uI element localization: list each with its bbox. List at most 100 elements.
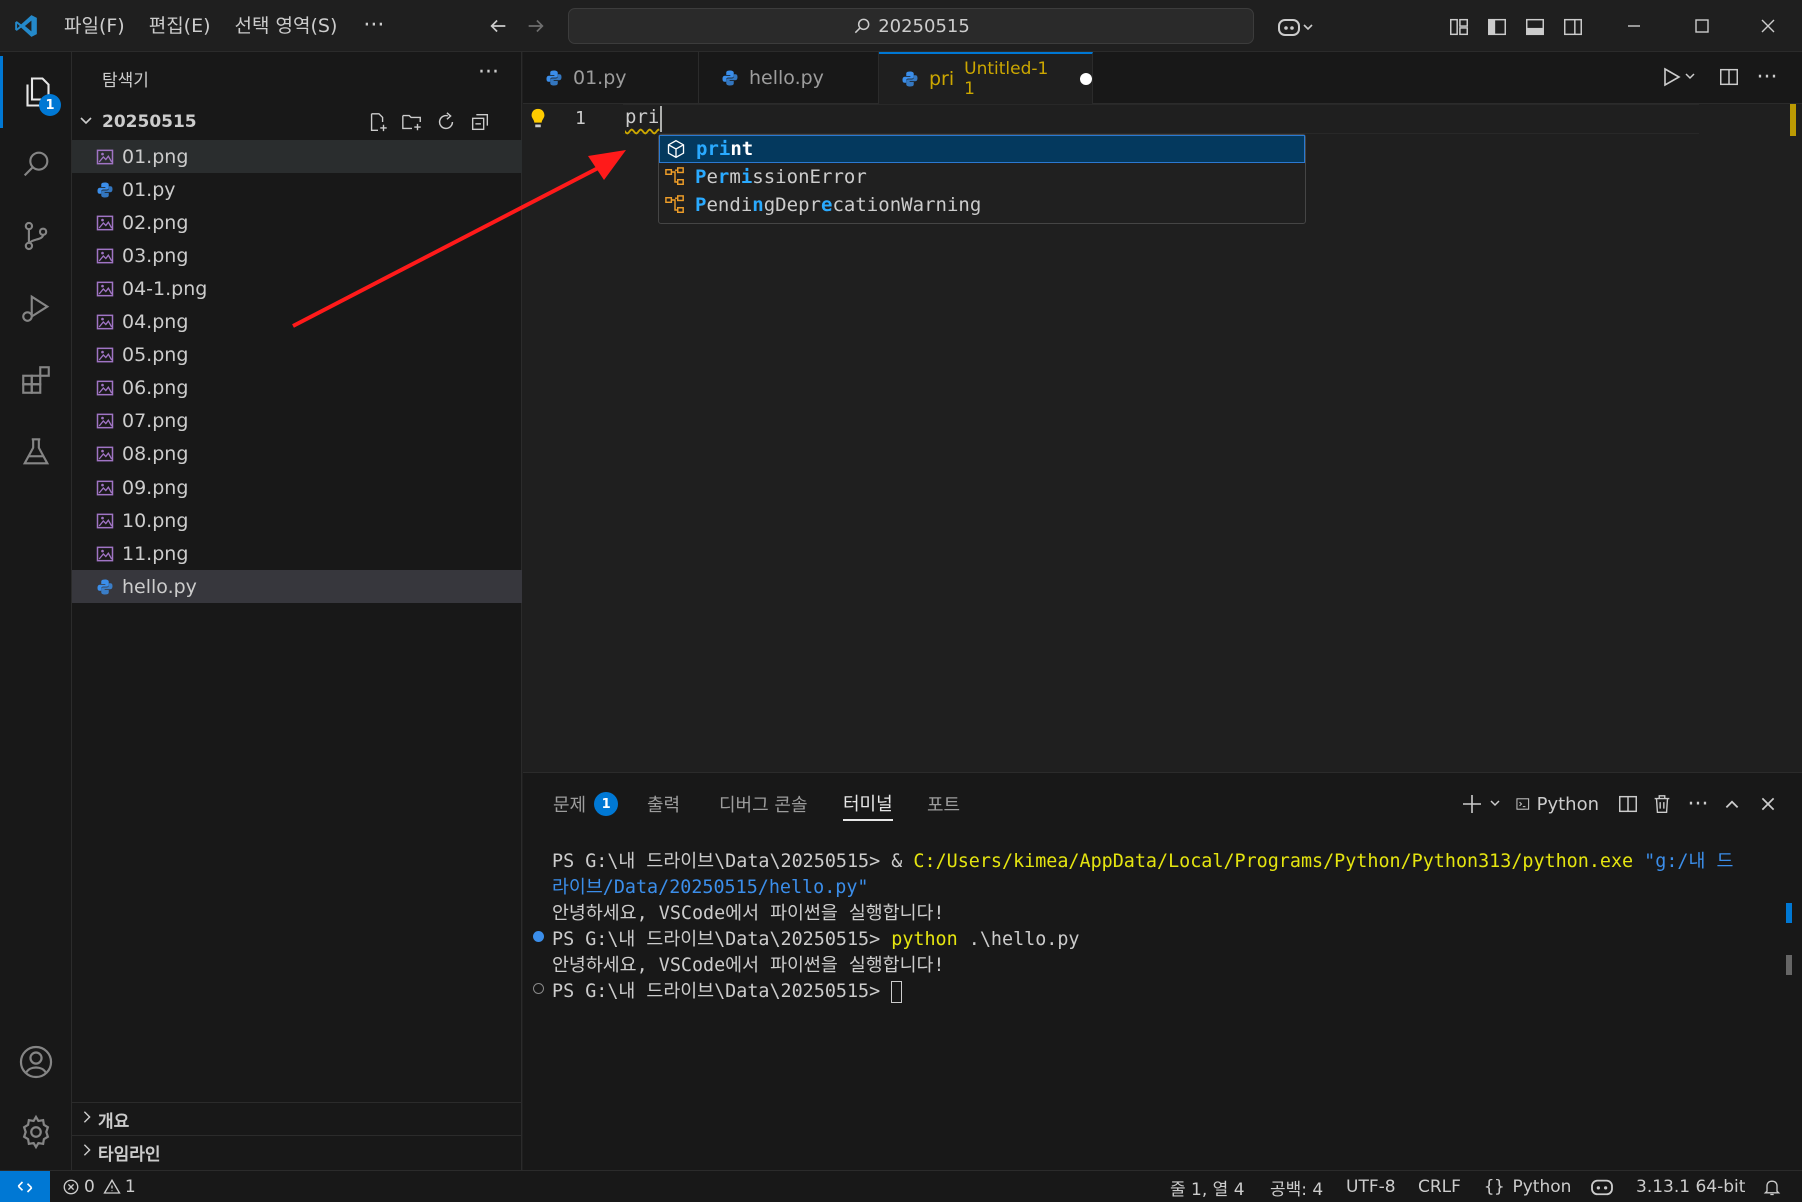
problems-badge: 1 bbox=[594, 792, 619, 816]
python-interpreter[interactable]: 3.13.1 64-bit bbox=[1636, 1171, 1745, 1202]
run-python-file-icon[interactable] bbox=[1656, 62, 1702, 92]
menu-selection[interactable]: 선택 영역(S) bbox=[223, 0, 350, 52]
file-item[interactable]: 01.png bbox=[72, 140, 522, 173]
customize-layout-icon[interactable] bbox=[1444, 12, 1474, 42]
image-file-icon bbox=[94, 344, 116, 366]
warning-icon bbox=[103, 1178, 121, 1194]
close-panel-icon[interactable] bbox=[1753, 787, 1783, 821]
forward-arrow-icon[interactable] bbox=[522, 12, 550, 40]
new-file-icon[interactable] bbox=[364, 108, 392, 136]
suggestion-permissionerror[interactable]: PermissionError bbox=[659, 163, 1305, 191]
notifications-bell-icon[interactable] bbox=[1762, 1171, 1782, 1202]
editor-more-icon[interactable]: ··· bbox=[1752, 62, 1782, 92]
tab-detail: Untitled-1 1 bbox=[964, 59, 1049, 99]
menu-more-button[interactable]: ··· bbox=[349, 0, 398, 52]
collapse-all-icon[interactable] bbox=[466, 108, 494, 136]
image-file-icon bbox=[94, 212, 116, 234]
tab-hello-py[interactable]: hello.py bbox=[699, 52, 879, 104]
file-item[interactable]: 04.png bbox=[72, 306, 522, 339]
tab-terminal-label: 터미널 bbox=[843, 794, 893, 815]
search-icon[interactable] bbox=[0, 128, 72, 200]
panel-more-icon[interactable]: ··· bbox=[1683, 787, 1713, 821]
testing-flask-icon[interactable] bbox=[0, 416, 72, 488]
remote-indicator-icon[interactable] bbox=[0, 1171, 50, 1202]
terminal-selector[interactable]: Python bbox=[1515, 787, 1599, 821]
file-item[interactable]: 10.png bbox=[72, 504, 522, 537]
split-terminal-icon[interactable] bbox=[1613, 787, 1643, 821]
file-item[interactable]: 04-1.png bbox=[72, 272, 522, 305]
copilot-icon[interactable] bbox=[1274, 12, 1318, 42]
menu-edit[interactable]: 편집(E) bbox=[137, 0, 223, 52]
outline-section[interactable]: 개요 bbox=[72, 1102, 522, 1135]
tab-output[interactable]: 출력 bbox=[647, 787, 680, 821]
lightbulb-icon[interactable] bbox=[527, 106, 549, 137]
tab-debug-console[interactable]: 디버그 콘솔 bbox=[719, 787, 808, 821]
folder-header[interactable]: 20250515 bbox=[72, 104, 522, 140]
file-name: 05.png bbox=[122, 344, 189, 367]
copilot-status-icon[interactable] bbox=[1590, 1171, 1614, 1202]
file-item[interactable]: 01.py bbox=[72, 173, 522, 206]
file-item[interactable]: 03.png bbox=[72, 239, 522, 272]
toggle-primary-sidebar-icon[interactable] bbox=[1482, 12, 1512, 42]
file-item[interactable]: 11.png bbox=[72, 537, 522, 570]
file-name: 07.png bbox=[122, 410, 189, 433]
terminal-scroll-marker bbox=[1786, 903, 1792, 923]
refresh-icon[interactable] bbox=[432, 108, 460, 136]
file-item[interactable]: 02.png bbox=[72, 206, 522, 239]
language-mode[interactable]: {} Python bbox=[1484, 1171, 1571, 1202]
tab-ports[interactable]: 포트 bbox=[927, 787, 960, 821]
split-editor-icon[interactable] bbox=[1714, 62, 1744, 92]
file-item[interactable]: hello.py bbox=[72, 570, 522, 604]
menu-file[interactable]: 파일(F) bbox=[52, 0, 137, 52]
error-count: 0 bbox=[84, 1177, 95, 1197]
suggestion-pendingdeprecationwarning[interactable]: PendingDeprecationWarning bbox=[659, 191, 1305, 219]
problems-status[interactable]: 0 1 bbox=[62, 1171, 136, 1202]
suggestion-print[interactable]: print bbox=[659, 135, 1305, 163]
file-item[interactable]: 09.png bbox=[72, 471, 522, 504]
code-text[interactable]: pri bbox=[625, 106, 659, 128]
tab-terminal[interactable]: 터미널 bbox=[843, 787, 893, 821]
tab-01-py[interactable]: 01.py bbox=[523, 52, 699, 104]
file-item[interactable]: 05.png bbox=[72, 339, 522, 372]
run-and-debug-icon[interactable] bbox=[0, 272, 72, 344]
file-item[interactable]: 06.png bbox=[72, 372, 522, 405]
back-arrow-icon[interactable] bbox=[484, 12, 512, 40]
tab-untitled-1[interactable]: pri Untitled-1 1 bbox=[879, 52, 1093, 104]
timeline-section[interactable]: 타임라인 bbox=[72, 1135, 522, 1168]
encoding[interactable]: UTF-8 bbox=[1346, 1171, 1396, 1202]
settings-gear-icon[interactable] bbox=[0, 1096, 72, 1168]
trash-icon[interactable] bbox=[1647, 787, 1677, 821]
unsaved-dot-icon[interactable] bbox=[1080, 73, 1092, 85]
maximize-icon[interactable] bbox=[1668, 0, 1736, 52]
file-item[interactable]: 07.png bbox=[72, 405, 522, 438]
terminal-output[interactable]: PS G:\내 드라이브\Data\20250515> & C:/Users/k… bbox=[523, 833, 1802, 1163]
explorer-icon[interactable]: 1 bbox=[0, 56, 72, 128]
minimize-icon[interactable] bbox=[1600, 0, 1668, 52]
toggle-panel-icon[interactable] bbox=[1520, 12, 1550, 42]
new-terminal-icon[interactable] bbox=[1459, 787, 1507, 821]
tab-problems[interactable]: 문제 1 bbox=[553, 787, 619, 821]
file-item[interactable]: 08.png bbox=[72, 438, 522, 471]
maximize-panel-icon[interactable] bbox=[1717, 787, 1747, 821]
source-control-icon[interactable] bbox=[0, 200, 72, 272]
indentation[interactable]: 공백: 4 bbox=[1270, 1171, 1323, 1202]
cursor-position[interactable]: 줄 1, 열 4 bbox=[1170, 1171, 1245, 1202]
command-pending-dot-icon[interactable] bbox=[533, 983, 544, 994]
image-file-icon bbox=[94, 146, 116, 168]
close-window-icon[interactable] bbox=[1734, 0, 1802, 52]
command-center-search[interactable]: 20250515 bbox=[568, 8, 1254, 44]
editor-scroll-marker bbox=[1790, 104, 1796, 136]
command-success-dot-icon[interactable] bbox=[533, 931, 544, 942]
account-icon[interactable] bbox=[0, 1026, 72, 1098]
file-name: 01.py bbox=[122, 178, 176, 201]
toggle-secondary-sidebar-icon[interactable] bbox=[1558, 12, 1588, 42]
language-label: Python bbox=[1512, 1177, 1572, 1197]
extensions-icon[interactable] bbox=[0, 344, 72, 416]
line-ending[interactable]: CRLF bbox=[1418, 1171, 1461, 1202]
sidebar-more-button[interactable]: ··· bbox=[478, 60, 499, 85]
warning-count: 1 bbox=[124, 1177, 136, 1197]
new-folder-icon[interactable] bbox=[398, 108, 426, 136]
file-name: 06.png bbox=[122, 377, 189, 400]
image-file-icon bbox=[94, 245, 116, 267]
image-file-icon bbox=[94, 377, 116, 399]
